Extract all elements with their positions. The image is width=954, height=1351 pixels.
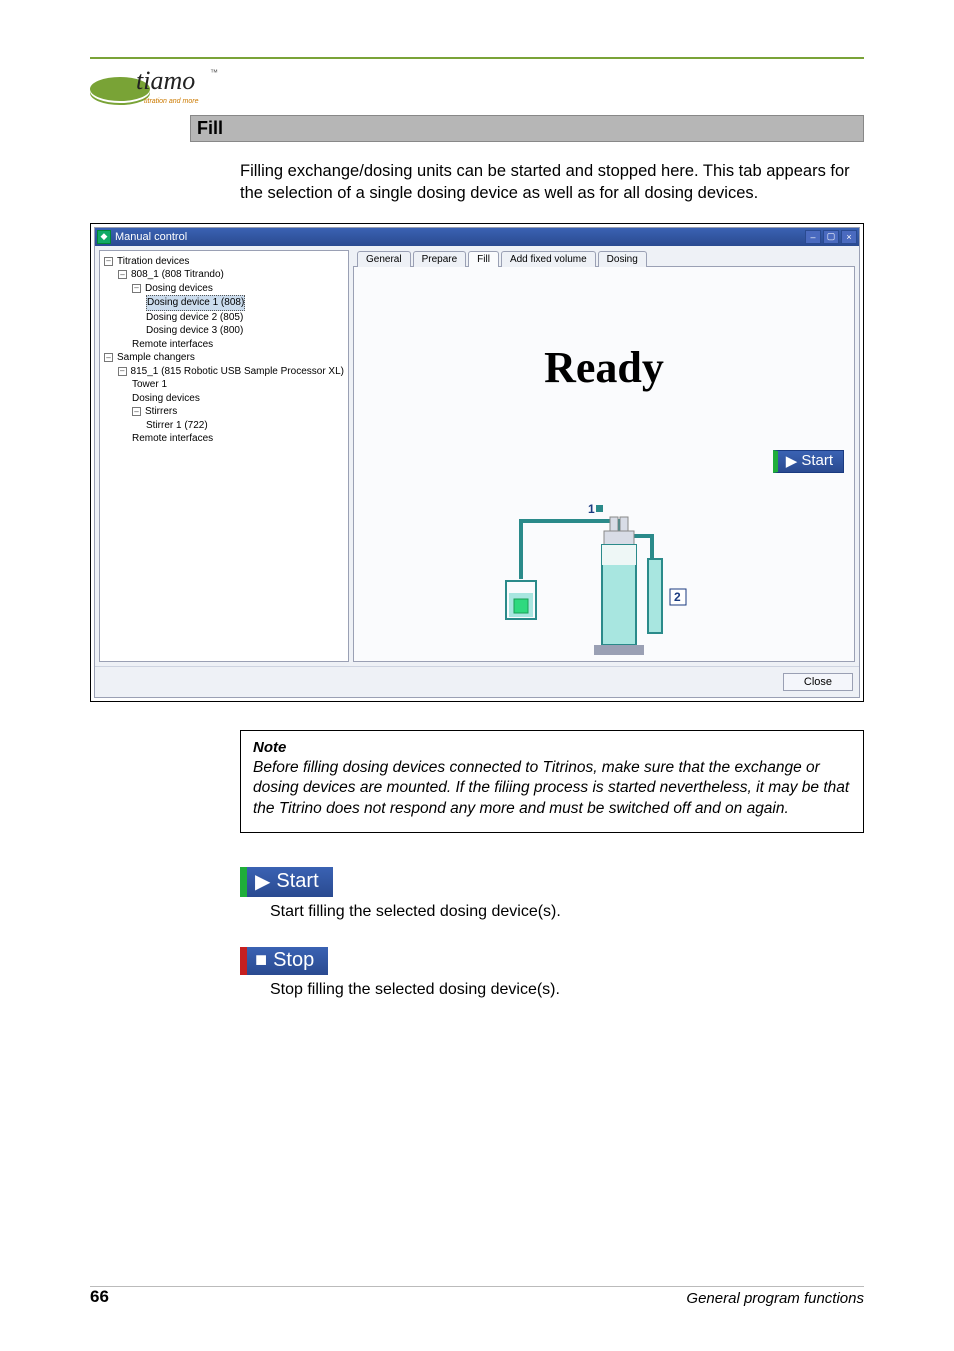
start-label: Start — [276, 870, 318, 893]
stop-icon: ■ — [255, 949, 267, 972]
tree-node[interactable]: Stirrers — [145, 405, 177, 419]
tab-prepare[interactable]: Prepare — [413, 251, 467, 267]
tree-node[interactable]: Dosing device 3 (800) — [146, 324, 243, 338]
collapse-icon[interactable]: – — [104, 257, 113, 266]
tree-node[interactable]: 815_1 (815 Robotic USB Sample Processor … — [131, 365, 344, 379]
intro-text: Filling exchange/dosing units can be sta… — [240, 160, 864, 205]
start-label: Start — [801, 452, 833, 469]
collapse-icon[interactable]: – — [118, 367, 127, 376]
tab-content: Ready ▶ Start — [353, 266, 855, 662]
note-box: Note Before filling dosing devices conne… — [240, 730, 864, 834]
tree-node[interactable]: Dosing devices — [145, 282, 213, 296]
page-number: 66 — [90, 1287, 109, 1307]
collapse-icon[interactable]: – — [118, 270, 127, 279]
collapse-icon[interactable]: – — [132, 284, 141, 293]
section-title: Fill — [190, 115, 864, 142]
collapse-icon[interactable]: – — [132, 407, 141, 416]
svg-text:tiamo: tiamo — [136, 66, 195, 95]
device-tree[interactable]: –Titration devices –808_1 (808 Titrando)… — [99, 250, 349, 662]
stop-button-doc: ■ Stop — [240, 947, 328, 975]
tree-node[interactable]: Stirrer 1 (722) — [146, 419, 208, 433]
maximize-icon[interactable]: ▢ — [823, 230, 839, 244]
play-icon: ▶ — [255, 869, 270, 894]
tree-node[interactable]: Remote interfaces — [132, 432, 213, 446]
tree-node[interactable]: Tower 1 — [132, 378, 167, 392]
tree-node[interactable]: Sample changers — [117, 351, 195, 365]
svg-text:titration and more: titration and more — [144, 98, 199, 105]
start-description: Start filling the selected dosing device… — [270, 903, 864, 921]
start-button[interactable]: ▶ Start — [773, 450, 844, 473]
collapse-icon[interactable]: – — [104, 353, 113, 362]
stop-label: Stop — [273, 949, 314, 972]
tab-fill[interactable]: Fill — [468, 251, 499, 267]
manual-control-window: ◆ Manual control – ▢ × –Titration device… — [94, 227, 860, 698]
tree-node[interactable]: Titration devices — [117, 255, 189, 269]
window-title: Manual control — [115, 231, 187, 243]
note-title: Note — [253, 739, 851, 756]
minimize-icon[interactable]: – — [805, 230, 821, 244]
close-button[interactable]: Close — [783, 673, 853, 691]
note-body: Before filling dosing devices connected … — [253, 758, 851, 821]
svg-text:1: 1 — [588, 502, 595, 516]
close-icon[interactable]: × — [841, 230, 857, 244]
ready-status: Ready — [354, 267, 854, 444]
tab-add-fixed-volume[interactable]: Add fixed volume — [501, 251, 596, 267]
start-button-doc: ▶ Start — [240, 867, 333, 897]
tiamo-logo: tiamo ™ titration and more — [90, 63, 220, 109]
play-icon: ▶ — [786, 452, 798, 470]
tree-node[interactable]: Dosing device 2 (805) — [146, 311, 243, 325]
tree-node-selected[interactable]: Dosing device 1 (808) — [146, 295, 245, 311]
dosing-diagram: 1 2 — [354, 481, 854, 661]
tab-dosing[interactable]: Dosing — [598, 251, 647, 267]
tab-general[interactable]: General — [357, 251, 411, 267]
app-icon: ◆ — [97, 230, 111, 244]
page-section: General program functions — [686, 1290, 864, 1307]
svg-text:™: ™ — [210, 68, 218, 77]
tree-node[interactable]: Remote interfaces — [132, 338, 213, 352]
screenshot-frame: ◆ Manual control – ▢ × –Titration device… — [90, 223, 864, 702]
tree-node[interactable]: 808_1 (808 Titrando) — [131, 268, 224, 282]
window-titlebar: ◆ Manual control – ▢ × — [95, 228, 859, 246]
tree-node[interactable]: Dosing devices — [132, 392, 200, 406]
svg-text:2: 2 — [674, 590, 681, 604]
stop-description: Stop filling the selected dosing device(… — [270, 981, 864, 999]
